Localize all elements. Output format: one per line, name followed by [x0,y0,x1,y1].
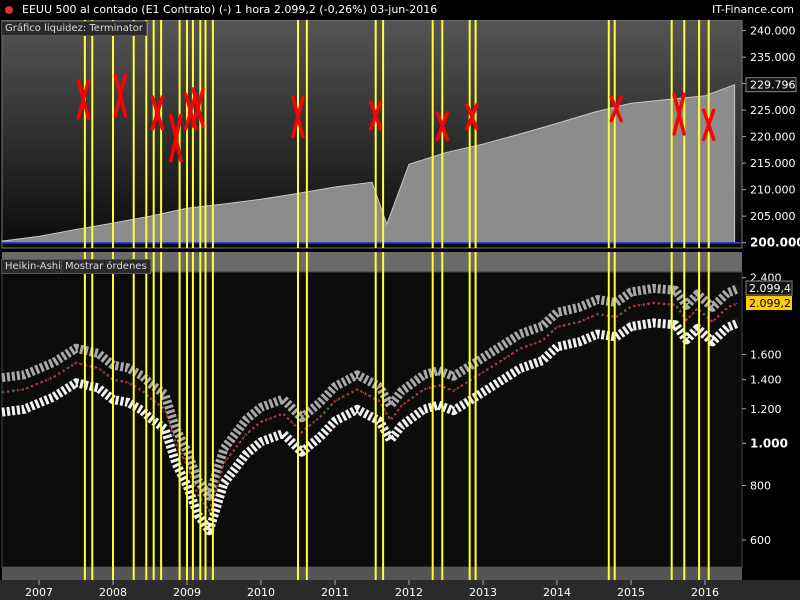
x-tick-label: 2012 [395,586,423,599]
record-icon [5,6,13,14]
y-tick-label: 215.000 [750,157,796,170]
show-orders-button[interactable]: Mostrar órdenes [61,259,151,274]
x-tick-label: 2014 [543,586,571,599]
x-tick-label: 2009 [173,586,201,599]
x-tick-label: 2007 [25,586,53,599]
y-tick-label: 1.200 [750,403,782,416]
x-tick-label: 2013 [469,586,497,599]
y-tick-label: 225.000 [750,104,796,117]
y-tick-label: 240.000 [750,25,796,38]
y-tick-label: 205.000 [750,210,796,223]
liquidity-chart: 240.000235.000230.000225.000220.000215.0… [1,20,800,250]
x-tick-label: 2010 [247,586,275,599]
y-tick-label: 600 [750,534,771,547]
liquidity-panel-label: Gráfico liquidez: Terminator [1,21,148,36]
value-badge-label: 2.099,4 [749,282,791,295]
y-tick-label: 200.000 [750,236,800,250]
heikin-ashi-label: Heikin-Ashi [1,259,65,274]
y-tick-label: 1.000 [750,436,788,450]
x-tick-label: 2016 [691,586,719,599]
y-tick-label: 1.400 [750,374,782,387]
y-tick-label: 220.000 [750,131,796,144]
x-tick-label: 2011 [321,586,349,599]
y-tick-label: 210.000 [750,184,796,197]
y-tick-label: 800 [750,480,771,493]
heikin-ashi-chart: 2.4001.6001.4001.2001.0008006002.099,42.… [0,252,800,600]
y-tick-label: 235.000 [750,51,796,64]
last-value-label: 229.796 [750,79,796,92]
x-tick-label: 2015 [617,586,645,599]
x-tick-label: 2008 [99,586,127,599]
chart-title: EEUU 500 al contado (E1 Contrato) (-) 1 … [22,3,438,16]
title-bar: EEUU 500 al contado (E1 Contrato) (-) 1 … [0,0,800,20]
last-price-label: 2.099,2 [749,297,791,310]
brand-label: IT-Finance.com [712,3,794,16]
y-tick-label: 1.600 [750,348,782,361]
